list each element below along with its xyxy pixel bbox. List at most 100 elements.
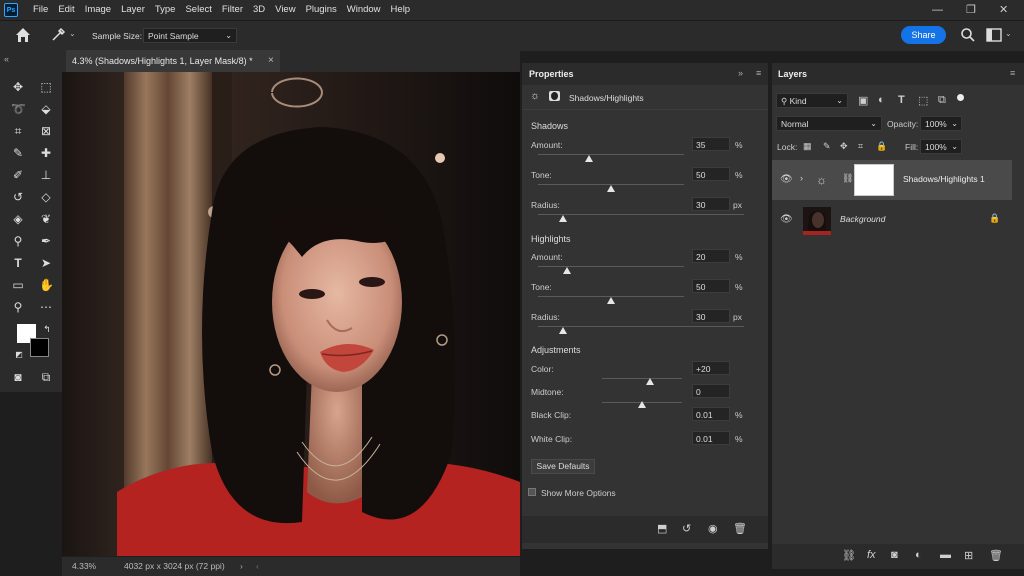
menu-edit[interactable]: Edit [53, 0, 79, 20]
share-button[interactable]: Share [901, 26, 946, 44]
opacity-field[interactable]: 100% ⌄ [920, 116, 962, 131]
midtone-slider[interactable] [638, 401, 646, 408]
menu-type[interactable]: Type [150, 0, 181, 20]
layers-tab[interactable]: Layers [778, 63, 807, 85]
move-tool-icon[interactable]: ✥ [11, 80, 25, 94]
save-defaults-button[interactable]: Save Defaults [531, 459, 595, 474]
rectangle-tool-icon[interactable]: ▭ [11, 278, 25, 292]
layer-name[interactable]: Shadows/Highlights 1 [903, 174, 985, 184]
shadows-tone-field[interactable]: 50 [692, 167, 730, 181]
filter-smart-object-icon[interactable]: ⧉ [938, 94, 946, 107]
eraser-tool-icon[interactable]: ◇ [39, 190, 53, 204]
filter-shape-icon[interactable]: ⬚ [918, 94, 928, 107]
menu-plugins[interactable]: Plugins [301, 0, 342, 20]
panel-menu-icon[interactable]: ≡ [756, 68, 761, 78]
highlights-tone-field[interactable]: 50 [692, 279, 730, 293]
shadows-radius-field[interactable]: 30 [692, 197, 730, 211]
shadows-radius-slider[interactable] [558, 215, 567, 222]
new-group-icon[interactable]: ▬ [940, 549, 951, 561]
background-color-swatch[interactable] [30, 338, 49, 357]
screen-mode-icon[interactable]: ⧉ [39, 370, 53, 384]
collapse-panel-icon[interactable]: » [738, 68, 743, 78]
document-tab[interactable]: 4.3% (Shadows/Highlights 1, Layer Mask/8… [66, 50, 280, 72]
midtone-field[interactable]: 0 [692, 384, 730, 398]
menu-layer[interactable]: Layer [116, 0, 150, 20]
frame-tool-icon[interactable]: ⊠ [39, 124, 53, 138]
menu-3d[interactable]: 3D [248, 0, 270, 20]
layer-visibility-eye-icon[interactable]: 👁 [780, 214, 793, 225]
lock-transparent-icon[interactable]: ▦ [803, 141, 812, 152]
layer-mask-thumbnail[interactable] [854, 164, 894, 196]
paint-bucket-icon[interactable]: ◈ [11, 212, 25, 226]
healing-brush-icon[interactable]: ✚ [39, 146, 53, 160]
menu-help[interactable]: Help [386, 0, 416, 20]
shadows-amount-slider[interactable] [585, 155, 594, 162]
crop-tool-icon[interactable]: ⌗ [11, 124, 25, 138]
document-canvas[interactable] [62, 72, 520, 556]
dodge-tool-icon[interactable]: ⚲ [11, 234, 25, 248]
menu-select[interactable]: Select [180, 0, 216, 20]
history-brush-icon[interactable]: ↺ [11, 190, 25, 204]
minimize-icon[interactable]: — [932, 0, 943, 20]
lock-image-icon[interactable]: ✎ [823, 141, 831, 152]
brush-tool-icon[interactable]: ✐ [11, 168, 25, 182]
lock-position-icon[interactable]: ✥ [840, 141, 848, 152]
default-colors-icon[interactable]: ◩ [12, 348, 26, 362]
filter-toggle-icon[interactable] [957, 94, 964, 101]
workspace-icon[interactable] [986, 28, 1002, 42]
add-mask-icon[interactable]: ◙ [891, 549, 898, 561]
layer-row-shadows-highlights[interactable]: 👁 › ☼ ⛓ Shadows/Highlights 1 [772, 160, 1012, 200]
black-clip-field[interactable]: 0.01 [692, 407, 730, 421]
close-document-icon[interactable]: × [268, 55, 274, 66]
zoom-level[interactable]: 4.33% [72, 557, 96, 576]
filter-adjustment-icon[interactable]: ◐ [878, 94, 885, 106]
swap-colors-icon[interactable]: ↰ [40, 322, 54, 336]
tool-preset-chevron-icon[interactable]: ⌄ [69, 29, 76, 38]
more-tools-icon[interactable]: ⋯ [39, 300, 53, 314]
pen-tool-icon[interactable]: ✒ [39, 234, 53, 248]
blur-tool-icon[interactable]: ❦ [39, 212, 53, 226]
lock-artboard-icon[interactable]: ⌗ [858, 141, 863, 152]
sample-size-select[interactable]: Point Sample ⌄ [143, 28, 237, 43]
quick-mask-icon[interactable]: ◙ [11, 370, 25, 384]
clone-stamp-icon[interactable]: ⊥ [39, 168, 53, 182]
highlights-radius-slider[interactable] [558, 327, 567, 334]
menu-file[interactable]: File [28, 0, 53, 20]
shadows-amount-field[interactable]: 35 [692, 137, 730, 151]
marquee-tool-icon[interactable]: ⬚ [39, 80, 53, 94]
menu-filter[interactable]: Filter [217, 0, 248, 20]
menu-image[interactable]: Image [80, 0, 116, 20]
scroll-left-icon[interactable]: ‹ [256, 557, 259, 576]
filter-pixel-icon[interactable]: ▣ [858, 94, 868, 107]
layer-filter-kind-select[interactable]: ⚲ Kind ⌄ [776, 93, 848, 108]
layer-mask-icon[interactable] [549, 91, 560, 101]
clip-to-layer-icon[interactable]: ⬒ [657, 522, 667, 535]
shadows-tone-slider[interactable] [607, 185, 615, 192]
collapse-toolbar-icon[interactable]: « [4, 54, 9, 64]
restore-icon[interactable]: ❐ [966, 0, 976, 20]
layers-panel-menu-icon[interactable]: ≡ [1010, 68, 1015, 78]
show-more-options-checkbox[interactable] [528, 488, 536, 496]
color-field[interactable]: +20 [692, 361, 730, 375]
expand-layer-chevron-icon[interactable]: › [800, 173, 803, 183]
menu-view[interactable]: View [270, 0, 300, 20]
layer-style-fx-icon[interactable]: fx [867, 549, 876, 561]
hand-tool-icon[interactable]: ✋ [39, 278, 54, 292]
path-selection-icon[interactable]: ➤ [39, 256, 53, 270]
highlights-amount-field[interactable]: 20 [692, 249, 730, 263]
highlights-tone-slider[interactable] [607, 297, 615, 304]
zoom-tool-icon[interactable]: ⚲ [11, 300, 25, 314]
eyedropper-tool-icon[interactable] [50, 27, 66, 43]
blend-mode-select[interactable]: Normal ⌄ [776, 116, 882, 131]
fill-field[interactable]: 100% ⌄ [920, 139, 962, 154]
white-clip-field[interactable]: 0.01 [692, 431, 730, 445]
mask-link-icon[interactable]: ⛓ [842, 173, 853, 184]
search-icon[interactable] [960, 27, 976, 43]
highlights-amount-slider[interactable] [563, 267, 572, 274]
lasso-tool-icon[interactable]: ➰ [11, 102, 26, 116]
link-layers-icon[interactable]: ⛓ [842, 549, 856, 562]
workspace-chevron-icon[interactable]: ⌄ [1005, 29, 1012, 38]
color-slider[interactable] [646, 378, 654, 385]
layer-row-background[interactable]: 👁 Background 🔒 [772, 201, 1012, 239]
object-selection-tool-icon[interactable]: ⬙ [39, 102, 53, 116]
